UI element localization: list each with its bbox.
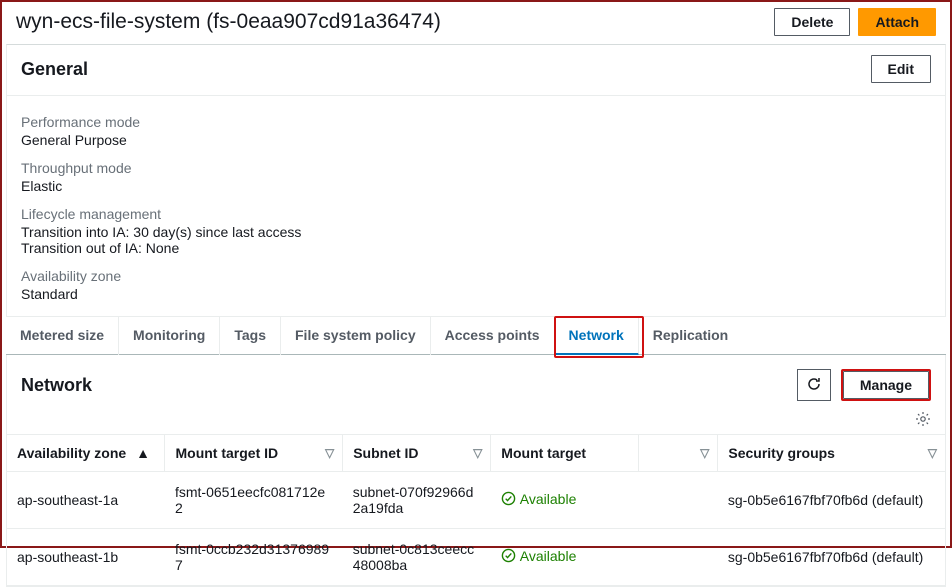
filter-icon[interactable]: ▽ [700,446,709,460]
col-security-groups[interactable]: Security groups ▽ [718,435,945,472]
col-availability-zone[interactable]: Availability zone ▲ [7,435,165,472]
settings-icon[interactable] [915,411,931,430]
lifecycle-out-value: Transition out of IA: None [21,240,931,256]
availability-zone-value: Standard [21,286,931,302]
cell-subnet-id: subnet-070f92966d2a19fda [343,472,491,529]
cell-subnet-id: subnet-0c813ceecc48008ba [343,529,491,586]
lifecycle-in-value: Transition into IA: 30 day(s) since last… [21,224,931,240]
attach-button[interactable]: Attach [858,8,936,36]
performance-mode-value: General Purpose [21,132,931,148]
throughput-mode-label: Throughput mode [21,160,931,176]
check-circle-icon [501,491,516,506]
general-panel: General Edit Performance mode General Pu… [6,44,946,317]
refresh-icon [806,376,822,395]
col-subnet-label: Subnet ID [353,445,418,461]
tab-file-system-policy[interactable]: File system policy [281,317,431,355]
performance-mode-label: Performance mode [21,114,931,130]
tab-monitoring[interactable]: Monitoring [119,317,220,355]
cell-mount-target-id: fsmt-0651eecfc081712e2 [165,472,343,529]
tab-network[interactable]: Network [555,317,639,355]
manage-button[interactable]: Manage [843,371,929,399]
col-subnet-id[interactable]: Subnet ID ▽ [343,435,491,472]
cell-mount-target-id: fsmt-0ccb232d313769897 [165,529,343,586]
col-state-label: Mount target [501,445,586,461]
edit-button[interactable]: Edit [871,55,931,83]
tab-tags[interactable]: Tags [220,317,281,355]
col-mount-target-label: Mount target ID [175,445,278,461]
table-row[interactable]: ap-southeast-1a fsmt-0651eecfc081712e2 s… [7,472,945,529]
network-title: Network [21,375,92,396]
check-circle-icon [501,548,516,563]
delete-button[interactable]: Delete [774,8,850,36]
general-title: General [21,59,88,80]
cell-az: ap-southeast-1b [7,529,165,586]
throughput-mode-value: Elastic [21,178,931,194]
col-availability-zone-label: Availability zone [17,445,126,461]
cell-security-groups: sg-0b5e6167fbf70fb6d (default) [718,529,945,586]
status-text: Available [520,491,577,507]
tabs: Metered size Monitoring Tags File system… [6,317,946,355]
cell-security-groups: sg-0b5e6167fbf70fb6d (default) [718,472,945,529]
sort-asc-icon: ▲ [136,445,150,461]
filter-icon[interactable]: ▽ [473,446,482,460]
tab-access-points[interactable]: Access points [431,317,555,355]
col-sg-label: Security groups [728,445,835,461]
availability-zone-label: Availability zone [21,268,931,284]
cell-az: ap-southeast-1a [7,472,165,529]
col-mount-target-id[interactable]: Mount target ID ▽ [165,435,343,472]
col-mount-target-state[interactable]: Mount target [491,435,639,472]
page-title: wyn-ecs-file-system (fs-0eaa907cd91a3647… [16,10,441,34]
tab-metered-size[interactable]: Metered size [6,317,119,355]
filter-icon[interactable]: ▽ [325,446,334,460]
network-panel: Network Manage [6,355,946,587]
status-text: Available [520,548,577,564]
mount-targets-table: Availability zone ▲ Mount target ID ▽ Su… [7,434,945,586]
lifecycle-label: Lifecycle management [21,206,931,222]
filter-icon[interactable]: ▽ [928,446,937,460]
status-badge: Available [501,491,577,507]
col-ip[interactable]: ▽ [639,435,718,472]
tab-replication[interactable]: Replication [639,317,742,355]
table-row[interactable]: ap-southeast-1b fsmt-0ccb232d313769897 s… [7,529,945,586]
refresh-button[interactable] [797,369,831,401]
status-badge: Available [501,548,577,564]
